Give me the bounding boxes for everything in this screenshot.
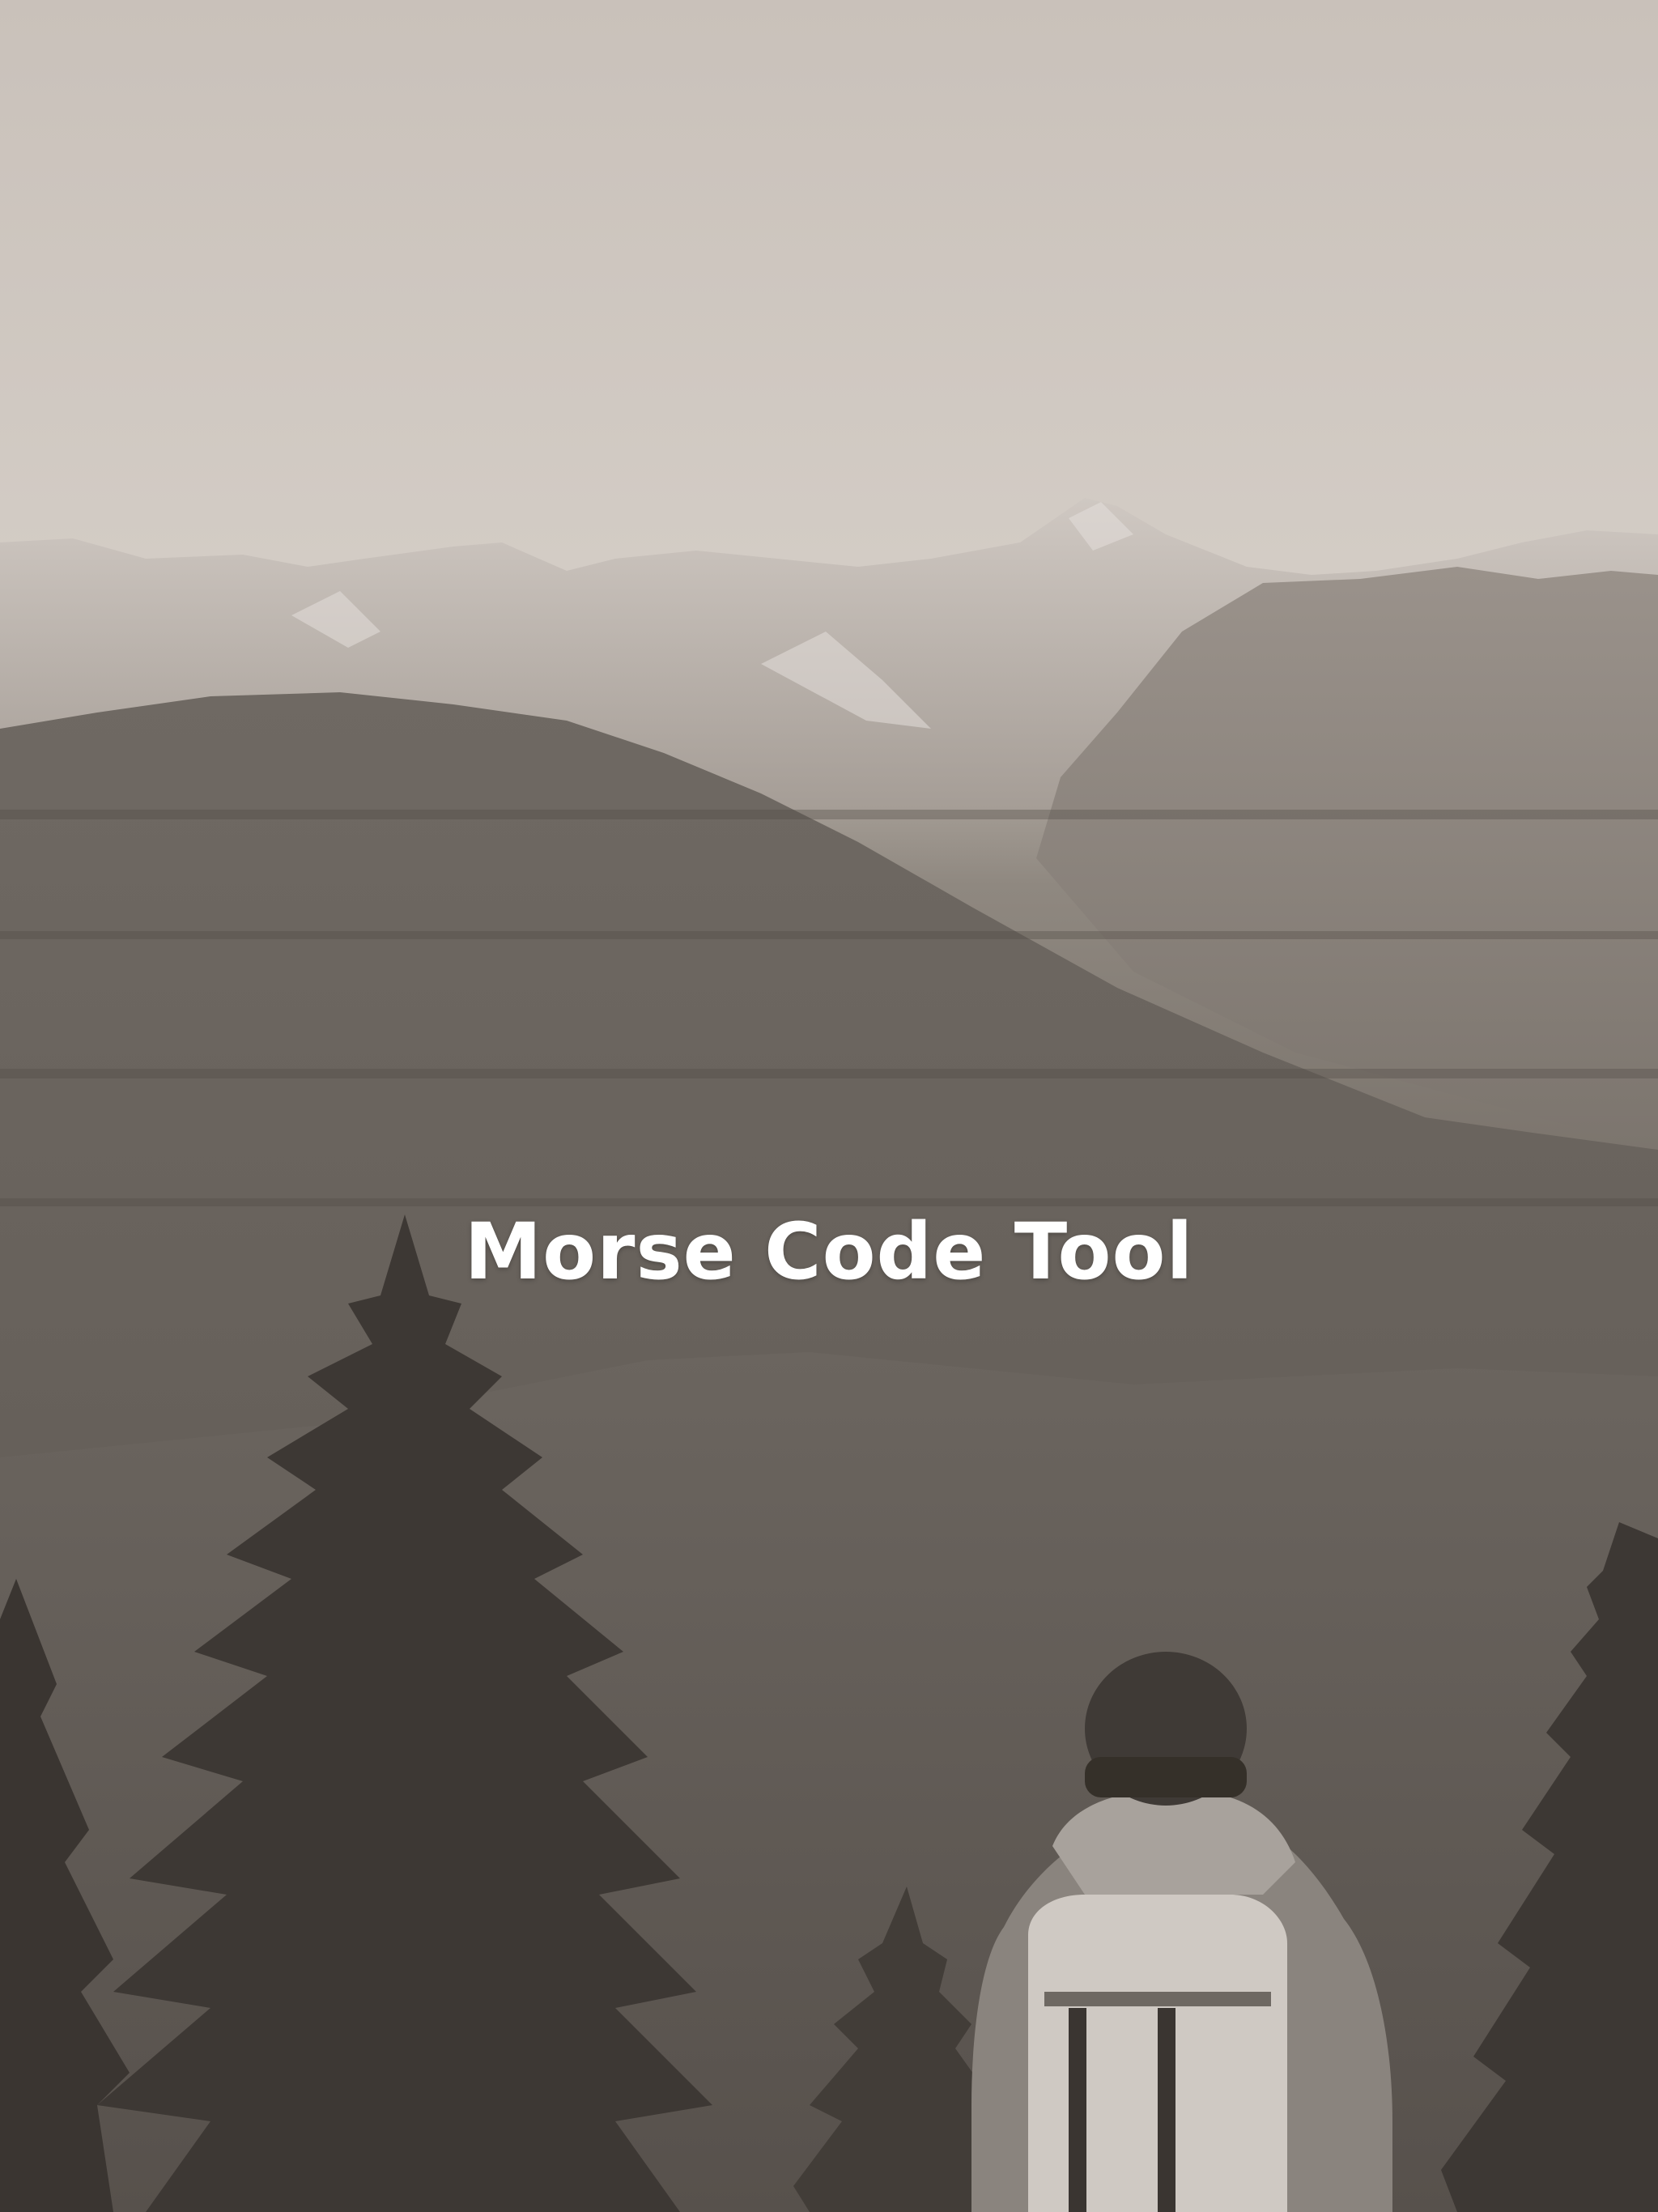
- splash-screen: Morse Code Tool: [0, 0, 1658, 2212]
- sky: [0, 0, 1658, 615]
- app-title: Morse Code Tool: [464, 1206, 1194, 1297]
- mountain-landscape-background: [0, 0, 1658, 2212]
